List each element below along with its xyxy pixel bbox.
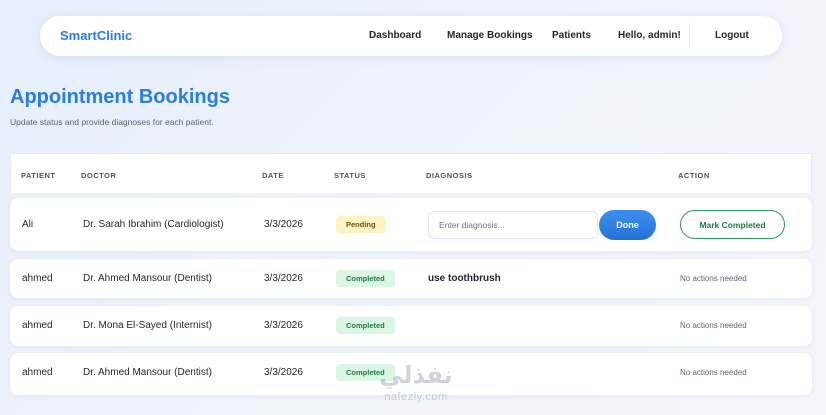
doctor-name: Dr. Mona El-Sayed (Internist) bbox=[83, 320, 212, 331]
patient-name: ahmed bbox=[22, 273, 53, 284]
patient-name: ahmed bbox=[22, 320, 53, 331]
column-header-doctor: DOCTOR bbox=[81, 171, 117, 180]
done-button[interactable]: Done bbox=[599, 210, 656, 240]
watermark-logo: نفذلي bbox=[379, 362, 453, 389]
column-header-diagnosis: DIAGNOSIS bbox=[426, 171, 473, 180]
no-actions-text: No actions needed bbox=[680, 368, 747, 377]
page-title: Appointment Bookings bbox=[10, 86, 230, 108]
doctor-name: Dr. Sarah Ibrahim (Cardiologist) bbox=[83, 219, 224, 230]
user-greeting: Hello, admin! bbox=[618, 30, 681, 41]
table-header: PATIENT DOCTOR DATE STATUS DIAGNOSIS ACT… bbox=[10, 153, 812, 193]
table-row: Ali Dr. Sarah Ibrahim (Cardiologist) 3/3… bbox=[10, 198, 812, 251]
diagnosis-text: use toothbrush bbox=[428, 273, 501, 284]
table-row: ahmed Dr. Mona El-Sayed (Internist) 3/3/… bbox=[10, 306, 812, 346]
nav-divider bbox=[689, 23, 690, 49]
column-header-status: STATUS bbox=[334, 171, 366, 180]
nav-link-dashboard[interactable]: Dashboard bbox=[369, 30, 421, 41]
doctor-name: Dr. Ahmed Mansour (Dentist) bbox=[83, 367, 212, 378]
nav-link-manage-bookings[interactable]: Manage Bookings bbox=[447, 30, 533, 41]
no-actions-text: No actions needed bbox=[680, 321, 747, 330]
appointment-date: 3/3/2026 bbox=[264, 320, 303, 331]
column-header-action: ACTION bbox=[678, 171, 710, 180]
column-header-date: DATE bbox=[262, 171, 284, 180]
watermark: نفذلي nafezly.com bbox=[366, 362, 466, 412]
page-subtitle: Update status and provide diagnoses for … bbox=[10, 117, 214, 127]
column-header-patient: PATIENT bbox=[21, 171, 56, 180]
status-badge: Pending bbox=[336, 216, 386, 233]
watermark-text: nafezly.com bbox=[384, 391, 448, 403]
diagnosis-input[interactable] bbox=[428, 211, 598, 239]
no-actions-text: No actions needed bbox=[680, 274, 747, 283]
mark-completed-button[interactable]: Mark Completed bbox=[680, 210, 785, 239]
doctor-name: Dr. Ahmed Mansour (Dentist) bbox=[83, 273, 212, 284]
patient-name: ahmed bbox=[22, 367, 53, 378]
logout-button[interactable]: Logout bbox=[715, 30, 749, 41]
appointment-date: 3/3/2026 bbox=[264, 273, 303, 284]
table-row: ahmed Dr. Ahmed Mansour (Dentist) 3/3/20… bbox=[10, 259, 812, 298]
top-navbar: SmartClinic Dashboard Manage Bookings Pa… bbox=[40, 16, 782, 56]
status-badge: Completed bbox=[336, 270, 395, 287]
brand-logo[interactable]: SmartClinic bbox=[60, 28, 132, 43]
page: SmartClinic Dashboard Manage Bookings Pa… bbox=[0, 0, 826, 415]
appointment-date: 3/3/2026 bbox=[264, 367, 303, 378]
nav-link-patients[interactable]: Patients bbox=[552, 30, 591, 41]
patient-name: Ali bbox=[22, 219, 34, 230]
appointment-date: 3/3/2026 bbox=[264, 219, 303, 230]
status-badge: Completed bbox=[336, 317, 395, 334]
